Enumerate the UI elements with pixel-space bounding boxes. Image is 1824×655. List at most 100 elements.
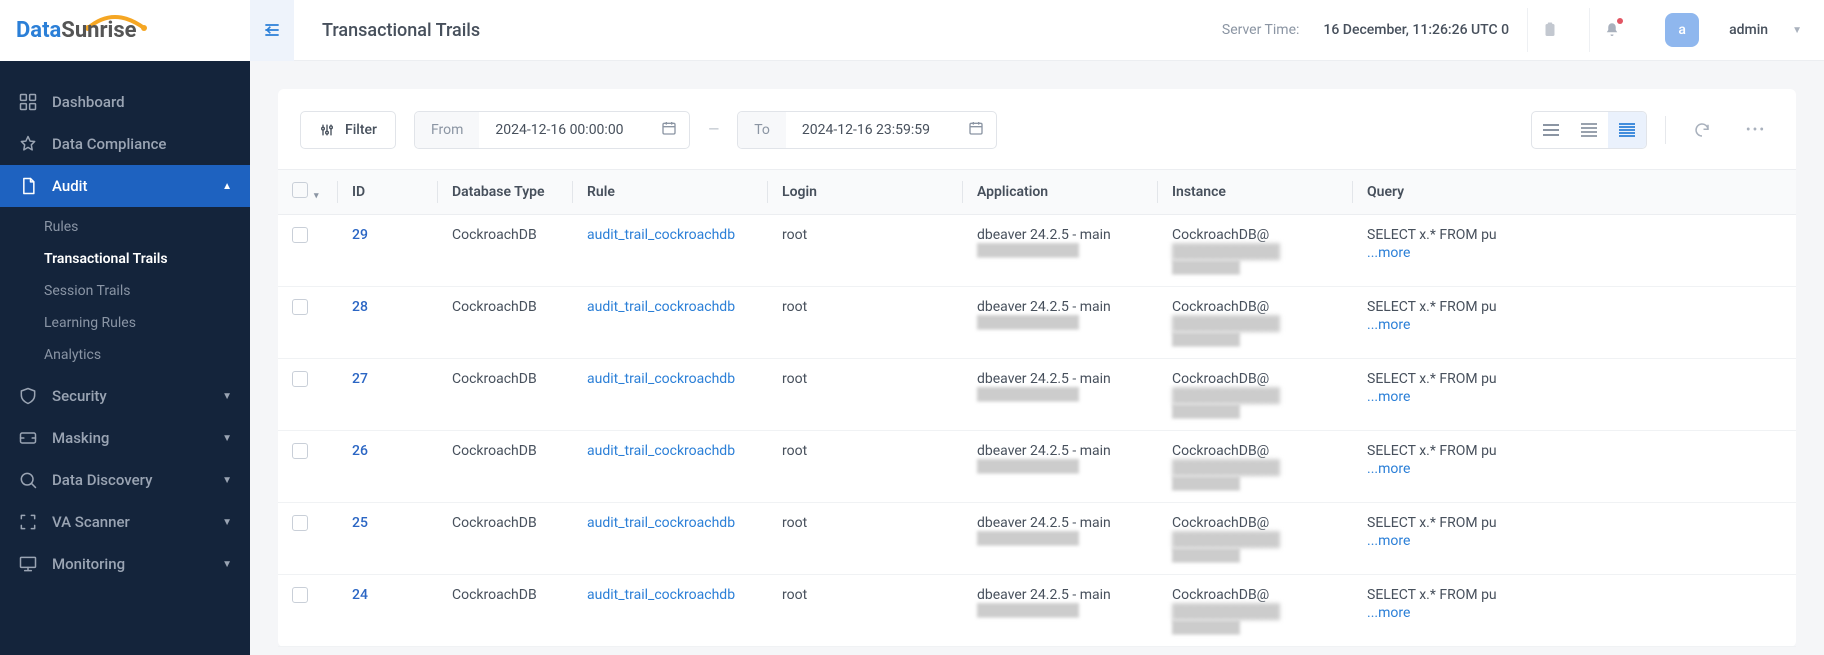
more-link[interactable]: ...more xyxy=(1367,461,1782,477)
row-checkbox[interactable] xyxy=(292,299,308,315)
row-db: CockroachDB xyxy=(438,575,573,647)
refresh-button[interactable] xyxy=(1684,112,1720,148)
view-compact-button[interactable] xyxy=(1532,112,1570,148)
row-app: dbeaver 24.2.5 - main████████████ xyxy=(963,215,1158,287)
row-query: SELECT x.* FROM pu...more xyxy=(1353,287,1796,359)
file-icon xyxy=(18,176,38,196)
search-icon xyxy=(18,470,38,490)
row-db: CockroachDB xyxy=(438,431,573,503)
more-link[interactable]: ...more xyxy=(1367,533,1782,549)
logo-text-2: Sunrise xyxy=(61,18,136,43)
col-header-instance[interactable]: Instance xyxy=(1158,170,1353,215)
sidebar-toggle-button[interactable] xyxy=(250,0,294,61)
row-id-link[interactable]: 29 xyxy=(338,215,438,287)
row-checkbox[interactable] xyxy=(292,587,308,603)
sidebar-item-masking[interactable]: Masking▼ xyxy=(0,417,250,459)
date-separator: — xyxy=(708,122,719,138)
sidebar-item-label: VA Scanner xyxy=(52,513,130,531)
row-checkbox[interactable] xyxy=(292,443,308,459)
view-dense-button[interactable] xyxy=(1608,112,1646,148)
sidebar: DataSunrise Dashboard Data ComplianceAudi… xyxy=(0,0,250,655)
chevron-down-icon[interactable]: ▾ xyxy=(314,191,319,201)
clipboard-button[interactable] xyxy=(1527,8,1571,52)
row-rule-link[interactable]: audit_trail_cockroachdb xyxy=(573,431,768,503)
row-app: dbeaver 24.2.5 - main████████████ xyxy=(963,575,1158,647)
row-rule-link[interactable]: audit_trail_cockroachdb xyxy=(573,287,768,359)
mask-icon xyxy=(18,428,38,448)
sidebar-subitem-analytics[interactable]: Analytics xyxy=(0,339,250,371)
refresh-icon xyxy=(1693,121,1711,139)
row-login: root xyxy=(768,575,963,647)
lines-icon xyxy=(1618,123,1636,137)
row-checkbox[interactable] xyxy=(292,371,308,387)
filter-label: Filter xyxy=(345,122,377,138)
lines-icon xyxy=(1542,123,1560,137)
col-header-rule[interactable]: Rule xyxy=(573,170,768,215)
col-header-db[interactable]: Database Type xyxy=(438,170,573,215)
filter-icon xyxy=(319,122,335,138)
col-header-app[interactable]: Application xyxy=(963,170,1158,215)
view-mode-group xyxy=(1531,111,1647,149)
more-link[interactable]: ...more xyxy=(1367,389,1782,405)
sidebar-item-audit[interactable]: Audit▲ xyxy=(0,165,250,207)
sidebar-item-security[interactable]: Security▼ xyxy=(0,375,250,417)
table-row: 25 CockroachDB audit_trail_cockroachdb r… xyxy=(278,503,1796,575)
user-menu-caret[interactable]: ▼ xyxy=(1792,25,1802,36)
row-rule-link[interactable]: audit_trail_cockroachdb xyxy=(573,503,768,575)
sidebar-item-data-compliance[interactable]: Data Compliance xyxy=(0,123,250,165)
select-all-checkbox[interactable] xyxy=(292,182,308,198)
sidebar-item-dashboard[interactable]: Dashboard xyxy=(0,81,250,123)
sidebar-subitem-rules[interactable]: Rules xyxy=(0,211,250,243)
server-time-label: Server Time: xyxy=(1222,22,1300,38)
sidebar-subitem-session-trails[interactable]: Session Trails xyxy=(0,275,250,307)
row-id-link[interactable]: 24 xyxy=(338,575,438,647)
date-from-field[interactable]: From 2024-12-16 00:00:00 xyxy=(414,111,690,149)
row-query: SELECT x.* FROM pu...more xyxy=(1353,215,1796,287)
more-actions-button[interactable]: ••• xyxy=(1738,112,1774,148)
col-header-login[interactable]: Login xyxy=(768,170,963,215)
row-rule-link[interactable]: audit_trail_cockroachdb xyxy=(573,215,768,287)
filter-button[interactable]: Filter xyxy=(300,111,396,149)
shield-icon xyxy=(18,386,38,406)
row-id-link[interactable]: 26 xyxy=(338,431,438,503)
sidebar-item-label: Monitoring xyxy=(52,555,125,573)
more-link[interactable]: ...more xyxy=(1367,245,1782,261)
row-instance: CockroachDB@████████████████████ xyxy=(1158,215,1353,287)
row-id-link[interactable]: 28 xyxy=(338,287,438,359)
dots-icon: ••• xyxy=(1746,122,1766,138)
row-checkbox[interactable] xyxy=(292,515,308,531)
row-rule-link[interactable]: audit_trail_cockroachdb xyxy=(573,575,768,647)
col-header-query[interactable]: Query xyxy=(1353,170,1796,215)
sidebar-subitem-learning-rules[interactable]: Learning Rules xyxy=(0,307,250,339)
sidebar-item-label: Security xyxy=(52,387,107,405)
row-login: root xyxy=(768,503,963,575)
sidebar-subitem-transactional-trails[interactable]: Transactional Trails xyxy=(0,243,250,275)
chevron-icon: ▼ xyxy=(222,475,232,486)
row-login: root xyxy=(768,215,963,287)
row-id-link[interactable]: 25 xyxy=(338,503,438,575)
table-row: 26 CockroachDB audit_trail_cockroachdb r… xyxy=(278,431,1796,503)
col-header-id[interactable]: ID xyxy=(338,170,438,215)
more-link[interactable]: ...more xyxy=(1367,605,1782,621)
sidebar-item-label: Dashboard xyxy=(52,93,125,111)
notification-button[interactable] xyxy=(1589,8,1633,52)
sidebar-item-data-discovery[interactable]: Data Discovery ▼ xyxy=(0,459,250,501)
main-panel: Filter From 2024-12-16 00:00:00 — To 202… xyxy=(278,89,1796,647)
row-rule-link[interactable]: audit_trail_cockroachdb xyxy=(573,359,768,431)
row-id-link[interactable]: 27 xyxy=(338,359,438,431)
chevron-icon: ▼ xyxy=(222,433,232,444)
table-row: 28 CockroachDB audit_trail_cockroachdb r… xyxy=(278,287,1796,359)
sidebar-item-label: Data Discovery xyxy=(52,471,152,489)
more-link[interactable]: ...more xyxy=(1367,317,1782,333)
sidebar-item-va-scanner[interactable]: VA Scanner▼ xyxy=(0,501,250,543)
view-medium-button[interactable] xyxy=(1570,112,1608,148)
row-checkbox[interactable] xyxy=(292,227,308,243)
row-db: CockroachDB xyxy=(438,359,573,431)
table-row: 24 CockroachDB audit_trail_cockroachdb r… xyxy=(278,575,1796,647)
sidebar-item-monitoring[interactable]: Monitoring▼ xyxy=(0,543,250,585)
date-to-field[interactable]: To 2024-12-16 23:59:59 xyxy=(737,111,997,149)
trails-table: ▾ ID Database Type Rule Login Applicatio… xyxy=(278,169,1796,647)
logo[interactable]: DataSunrise xyxy=(0,0,250,61)
row-app: dbeaver 24.2.5 - main████████████ xyxy=(963,287,1158,359)
avatar[interactable]: a xyxy=(1665,13,1699,47)
